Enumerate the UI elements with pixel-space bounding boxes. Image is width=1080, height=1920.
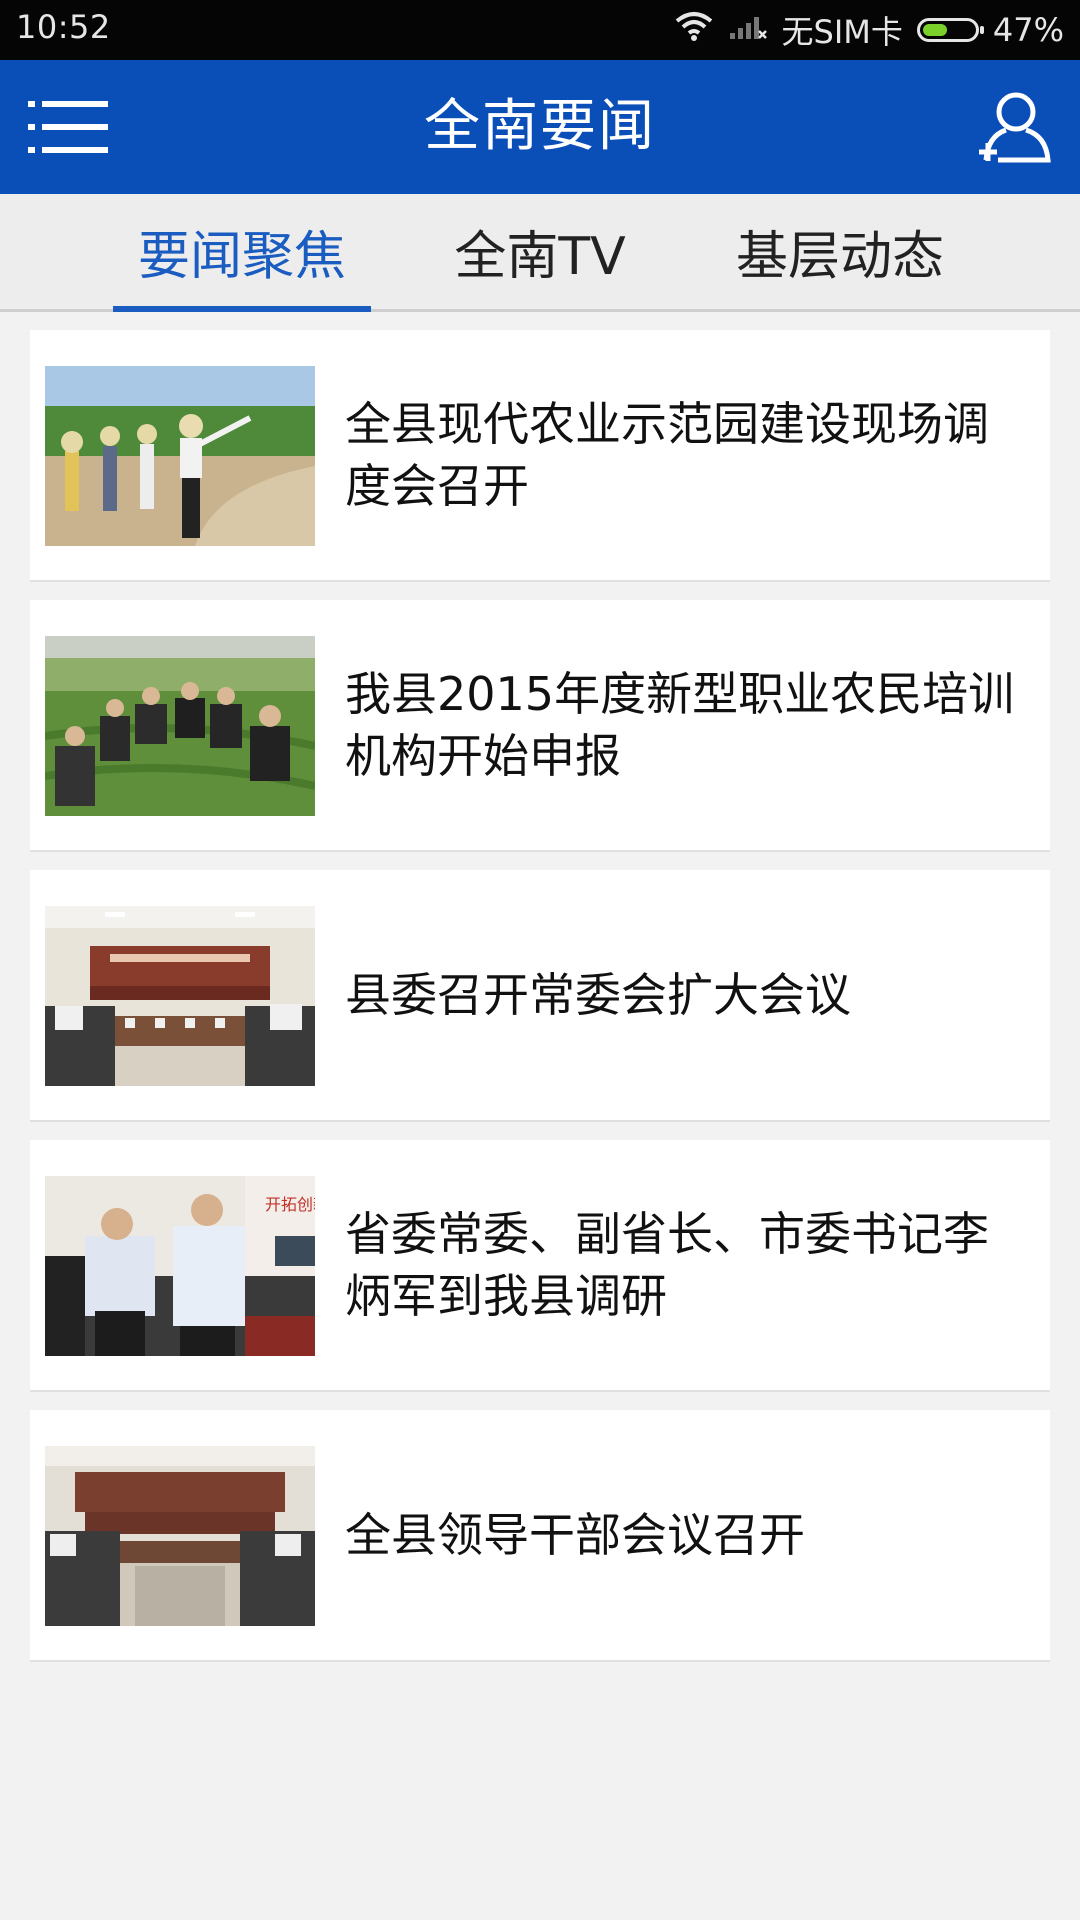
wifi-icon xyxy=(674,11,714,49)
news-item[interactable]: 全县领导干部会议召开 xyxy=(30,1410,1050,1662)
news-thumbnail xyxy=(45,906,315,1086)
app-bar: 全南要闻 xyxy=(0,60,1080,194)
news-title: 县委召开常委会扩大会议 xyxy=(345,968,851,1022)
news-title: 省委常委、副省长、市委书记李炳军到我县调研 xyxy=(345,1207,989,1323)
tab-grassroots-news[interactable]: 基层动态 xyxy=(710,194,970,312)
signal-icon xyxy=(728,11,768,49)
tab-bar: 要闻聚焦 全南TV 基层动态 xyxy=(0,194,1080,312)
active-tab-indicator xyxy=(113,306,371,312)
news-thumbnail xyxy=(45,366,315,546)
battery-percent: 47% xyxy=(992,11,1064,49)
news-title: 全县现代农业示范园建设现场调度会召开 xyxy=(345,397,989,513)
news-list: 全县现代农业示范园建设现场调度会召开 我县2015年度新型职业农民培训机构开始申… xyxy=(30,330,1050,1680)
news-thumbnail xyxy=(45,1446,315,1626)
status-bar: 10:52 无SIM卡 47% xyxy=(0,0,1080,60)
status-time: 10:52 xyxy=(16,8,111,46)
news-thumbnail: 开拓创新 xyxy=(45,1176,315,1356)
battery-level xyxy=(922,24,947,36)
tab-quannan-tv[interactable]: 全南TV xyxy=(420,194,660,312)
battery-icon xyxy=(916,18,984,42)
tab-news-focus[interactable]: 要闻聚焦 xyxy=(113,194,371,312)
news-item[interactable]: 开拓创新 省委常委、副省长、市委书记李炳军到我县调研 xyxy=(30,1140,1050,1392)
status-icons: 无SIM卡 47% xyxy=(674,8,1064,52)
svg-text:开拓创新: 开拓创新 xyxy=(265,1195,315,1214)
carrier-label: 无SIM卡 xyxy=(781,13,903,51)
news-title: 全县领导干部会议召开 xyxy=(345,1508,805,1562)
news-thumbnail xyxy=(45,636,315,816)
news-item[interactable]: 全县现代农业示范园建设现场调度会召开 xyxy=(30,330,1050,582)
news-item[interactable]: 县委召开常委会扩大会议 xyxy=(30,870,1050,1122)
page-title: 全南要闻 xyxy=(424,94,656,159)
news-item[interactable]: 我县2015年度新型职业农民培训机构开始申报 xyxy=(30,600,1050,852)
news-title: 我县2015年度新型职业农民培训机构开始申报 xyxy=(345,667,1015,783)
user-add-icon[interactable] xyxy=(976,88,1052,166)
